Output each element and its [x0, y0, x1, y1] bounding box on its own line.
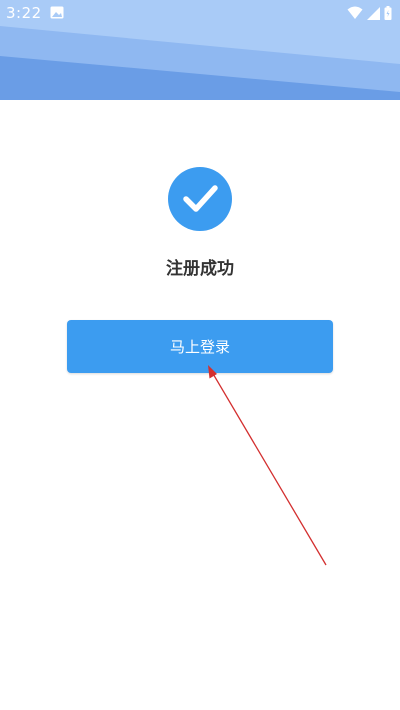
battery-icon: [384, 6, 392, 20]
check-circle-icon: [168, 167, 232, 231]
image-notification-icon: [50, 6, 64, 19]
status-time: 3:22: [6, 4, 42, 22]
status-icons: [347, 5, 392, 21]
success-message: 注册成功: [166, 259, 234, 279]
cellular-signal-icon: [367, 6, 380, 20]
wifi-icon: [347, 6, 363, 19]
status-bar: 3:22: [0, 0, 400, 26]
login-now-button[interactable]: 马上登录: [67, 320, 333, 373]
registration-success-screen: 3:22 注册成功 马上登录: [0, 0, 400, 710]
